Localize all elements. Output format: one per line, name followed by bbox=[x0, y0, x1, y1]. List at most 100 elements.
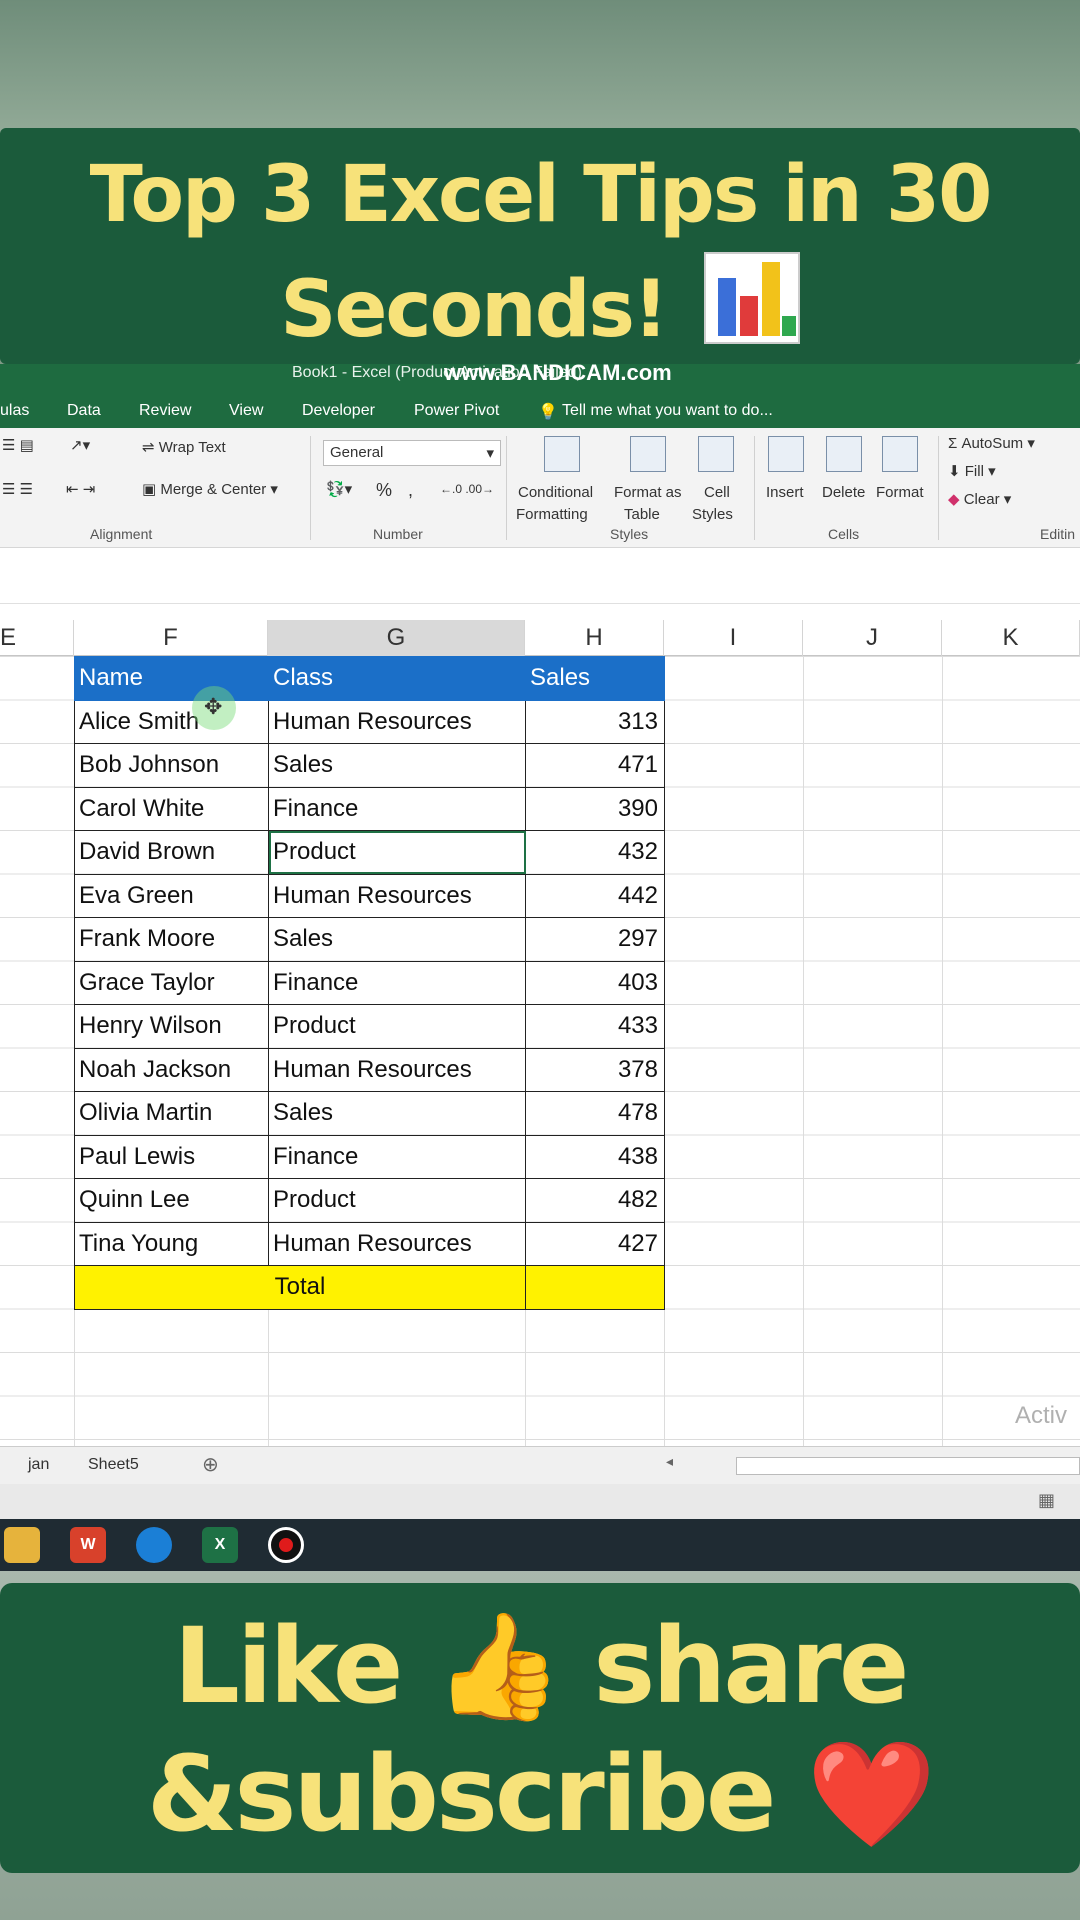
class-cell[interactable]: Product bbox=[268, 830, 526, 875]
number-format-select[interactable]: General ▾ bbox=[323, 440, 501, 466]
name-cell[interactable]: Noah Jackson bbox=[74, 1047, 269, 1092]
normal-view-icon[interactable]: ▦ bbox=[1038, 1490, 1055, 1511]
scroll-left-icon[interactable]: ◂ bbox=[666, 1453, 673, 1470]
file-explorer-icon[interactable] bbox=[4, 1527, 40, 1563]
wps-office-icon[interactable]: W bbox=[70, 1527, 106, 1563]
cell-styles-line-1[interactable]: Cell bbox=[704, 484, 730, 501]
header-cell-class[interactable]: Class bbox=[268, 656, 526, 701]
merge-center-button[interactable]: ▣ Merge & Center ▾ bbox=[142, 480, 278, 498]
orientation-icon[interactable]: ↗▾ bbox=[70, 436, 90, 454]
name-cell[interactable]: Frank Moore bbox=[74, 917, 269, 962]
table-row: Paul Lewis Finance 438 bbox=[74, 1134, 665, 1179]
class-cell[interactable]: Sales bbox=[268, 743, 526, 788]
sales-cell[interactable]: 471 bbox=[525, 743, 665, 788]
wrap-text-button[interactable]: ⇌ Wrap Text bbox=[142, 438, 226, 456]
class-cell[interactable]: Product bbox=[268, 1004, 526, 1049]
class-cell[interactable]: Sales bbox=[268, 917, 526, 962]
column-header-h[interactable]: H bbox=[525, 620, 664, 656]
name-cell[interactable]: Eva Green bbox=[74, 873, 269, 918]
currency-icon[interactable]: 💱▾ bbox=[326, 480, 352, 498]
name-cell[interactable]: Alice Smith bbox=[74, 699, 269, 744]
total-label-cell[interactable]: Total bbox=[74, 1265, 526, 1310]
class-cell[interactable]: Sales bbox=[268, 1091, 526, 1136]
record-icon[interactable] bbox=[268, 1527, 304, 1563]
sheet-tab-bar: jan Sheet5 ⊕ ◂ bbox=[0, 1446, 1080, 1484]
sales-cell[interactable]: 482 bbox=[525, 1178, 665, 1223]
decimal-icon[interactable]: ←.0 .00→ bbox=[440, 482, 494, 496]
column-header-j[interactable]: J bbox=[803, 620, 942, 656]
sales-cell[interactable]: 390 bbox=[525, 786, 665, 831]
column-header-k[interactable]: K bbox=[942, 620, 1080, 656]
sales-cell[interactable]: 403 bbox=[525, 960, 665, 1005]
sigma-icon: Σ bbox=[948, 435, 958, 452]
name-cell[interactable]: Grace Taylor bbox=[74, 960, 269, 1005]
class-cell[interactable]: Human Resources bbox=[268, 699, 526, 744]
edge-browser-icon[interactable] bbox=[136, 1527, 172, 1563]
tab-review[interactable]: Review bbox=[139, 402, 191, 420]
conditional-formatting-line-2[interactable]: Formatting bbox=[516, 506, 588, 523]
name-cell[interactable]: Bob Johnson bbox=[74, 743, 269, 788]
sales-cell[interactable]: 427 bbox=[525, 1221, 665, 1266]
align-left-icon[interactable]: ☰ ☰ bbox=[2, 480, 33, 498]
conditional-formatting-line-1[interactable]: Conditional bbox=[518, 484, 593, 501]
comma-button[interactable]: , bbox=[408, 480, 413, 501]
excel-taskbar-icon[interactable]: X bbox=[202, 1527, 238, 1563]
name-cell[interactable]: Paul Lewis bbox=[74, 1134, 269, 1179]
name-cell[interactable]: Olivia Martin bbox=[74, 1091, 269, 1136]
sheet-tab-jan[interactable]: jan bbox=[28, 1456, 49, 1474]
sales-cell[interactable]: 378 bbox=[525, 1047, 665, 1092]
cta-line-1: Like 👍 share bbox=[0, 1605, 1080, 1728]
class-cell[interactable]: Product bbox=[268, 1178, 526, 1223]
indent-icon[interactable]: ⇤ ⇥ bbox=[66, 480, 95, 498]
sales-cell[interactable]: 432 bbox=[525, 830, 665, 875]
sales-cell[interactable]: 297 bbox=[525, 917, 665, 962]
clear-button[interactable]: ◆ Clear ▾ bbox=[948, 490, 1011, 508]
name-cell[interactable]: Quinn Lee bbox=[74, 1178, 269, 1223]
name-cell[interactable]: David Brown bbox=[74, 830, 269, 875]
column-header-i[interactable]: I bbox=[664, 620, 803, 656]
sheet-tab-sheet5[interactable]: Sheet5 bbox=[88, 1456, 139, 1474]
sales-cell[interactable]: 442 bbox=[525, 873, 665, 918]
sales-cell[interactable]: 433 bbox=[525, 1004, 665, 1049]
class-cell[interactable]: Human Resources bbox=[268, 1047, 526, 1092]
table-row: Bob Johnson Sales 471 bbox=[74, 743, 665, 788]
horizontal-scrollbar[interactable] bbox=[736, 1457, 1080, 1475]
insert-button[interactable]: Insert bbox=[766, 484, 804, 501]
name-cell[interactable]: Henry Wilson bbox=[74, 1004, 269, 1049]
fill-button[interactable]: ⬇ Fill ▾ bbox=[948, 462, 996, 480]
sales-cell[interactable]: 478 bbox=[525, 1091, 665, 1136]
sales-cell[interactable]: 438 bbox=[525, 1134, 665, 1179]
class-cell[interactable]: Human Resources bbox=[268, 1221, 526, 1266]
column-header-e[interactable]: E bbox=[0, 620, 74, 656]
percent-button[interactable]: % bbox=[376, 480, 392, 501]
sales-cell[interactable]: 313 bbox=[525, 699, 665, 744]
total-value-cell[interactable] bbox=[525, 1265, 665, 1310]
delete-button[interactable]: Delete bbox=[822, 484, 865, 501]
tab-view[interactable]: View bbox=[229, 402, 263, 420]
align-lines-icon[interactable]: ☰ ▤ bbox=[2, 436, 34, 454]
title-line-1: Top 3 Excel Tips in 30 bbox=[89, 150, 993, 240]
cell-grid[interactable]: Name Class Sales Alice Smith Human Resour… bbox=[0, 656, 1080, 1446]
add-sheet-icon[interactable]: ⊕ bbox=[202, 1452, 219, 1477]
tab-formulas[interactable]: ulas bbox=[0, 402, 29, 420]
tab-data[interactable]: Data bbox=[67, 402, 101, 420]
cell-styles-line-2[interactable]: Styles bbox=[692, 506, 733, 523]
tell-me-search[interactable]: Tell me what you want to do... bbox=[562, 402, 773, 420]
tab-developer[interactable]: Developer bbox=[302, 402, 375, 420]
format-as-table-icon bbox=[630, 436, 666, 472]
name-cell[interactable]: Tina Young bbox=[74, 1221, 269, 1266]
header-cell-sales[interactable]: Sales bbox=[525, 656, 665, 701]
format-as-table-line-1[interactable]: Format as bbox=[614, 484, 682, 501]
class-cell[interactable]: Human Resources bbox=[268, 873, 526, 918]
class-cell[interactable]: Finance bbox=[268, 1134, 526, 1179]
format-button[interactable]: Format bbox=[876, 484, 924, 501]
format-as-table-line-2[interactable]: Table bbox=[624, 506, 660, 523]
autosum-button[interactable]: Σ AutoSum ▾ bbox=[948, 434, 1035, 452]
header-cell-name[interactable]: Name bbox=[74, 656, 269, 701]
class-cell[interactable]: Finance bbox=[268, 786, 526, 831]
column-header-f[interactable]: F bbox=[74, 620, 268, 656]
column-header-g[interactable]: G bbox=[268, 620, 525, 656]
class-cell[interactable]: Finance bbox=[268, 960, 526, 1005]
tab-power-pivot[interactable]: Power Pivot bbox=[414, 402, 499, 420]
name-cell[interactable]: Carol White bbox=[74, 786, 269, 831]
